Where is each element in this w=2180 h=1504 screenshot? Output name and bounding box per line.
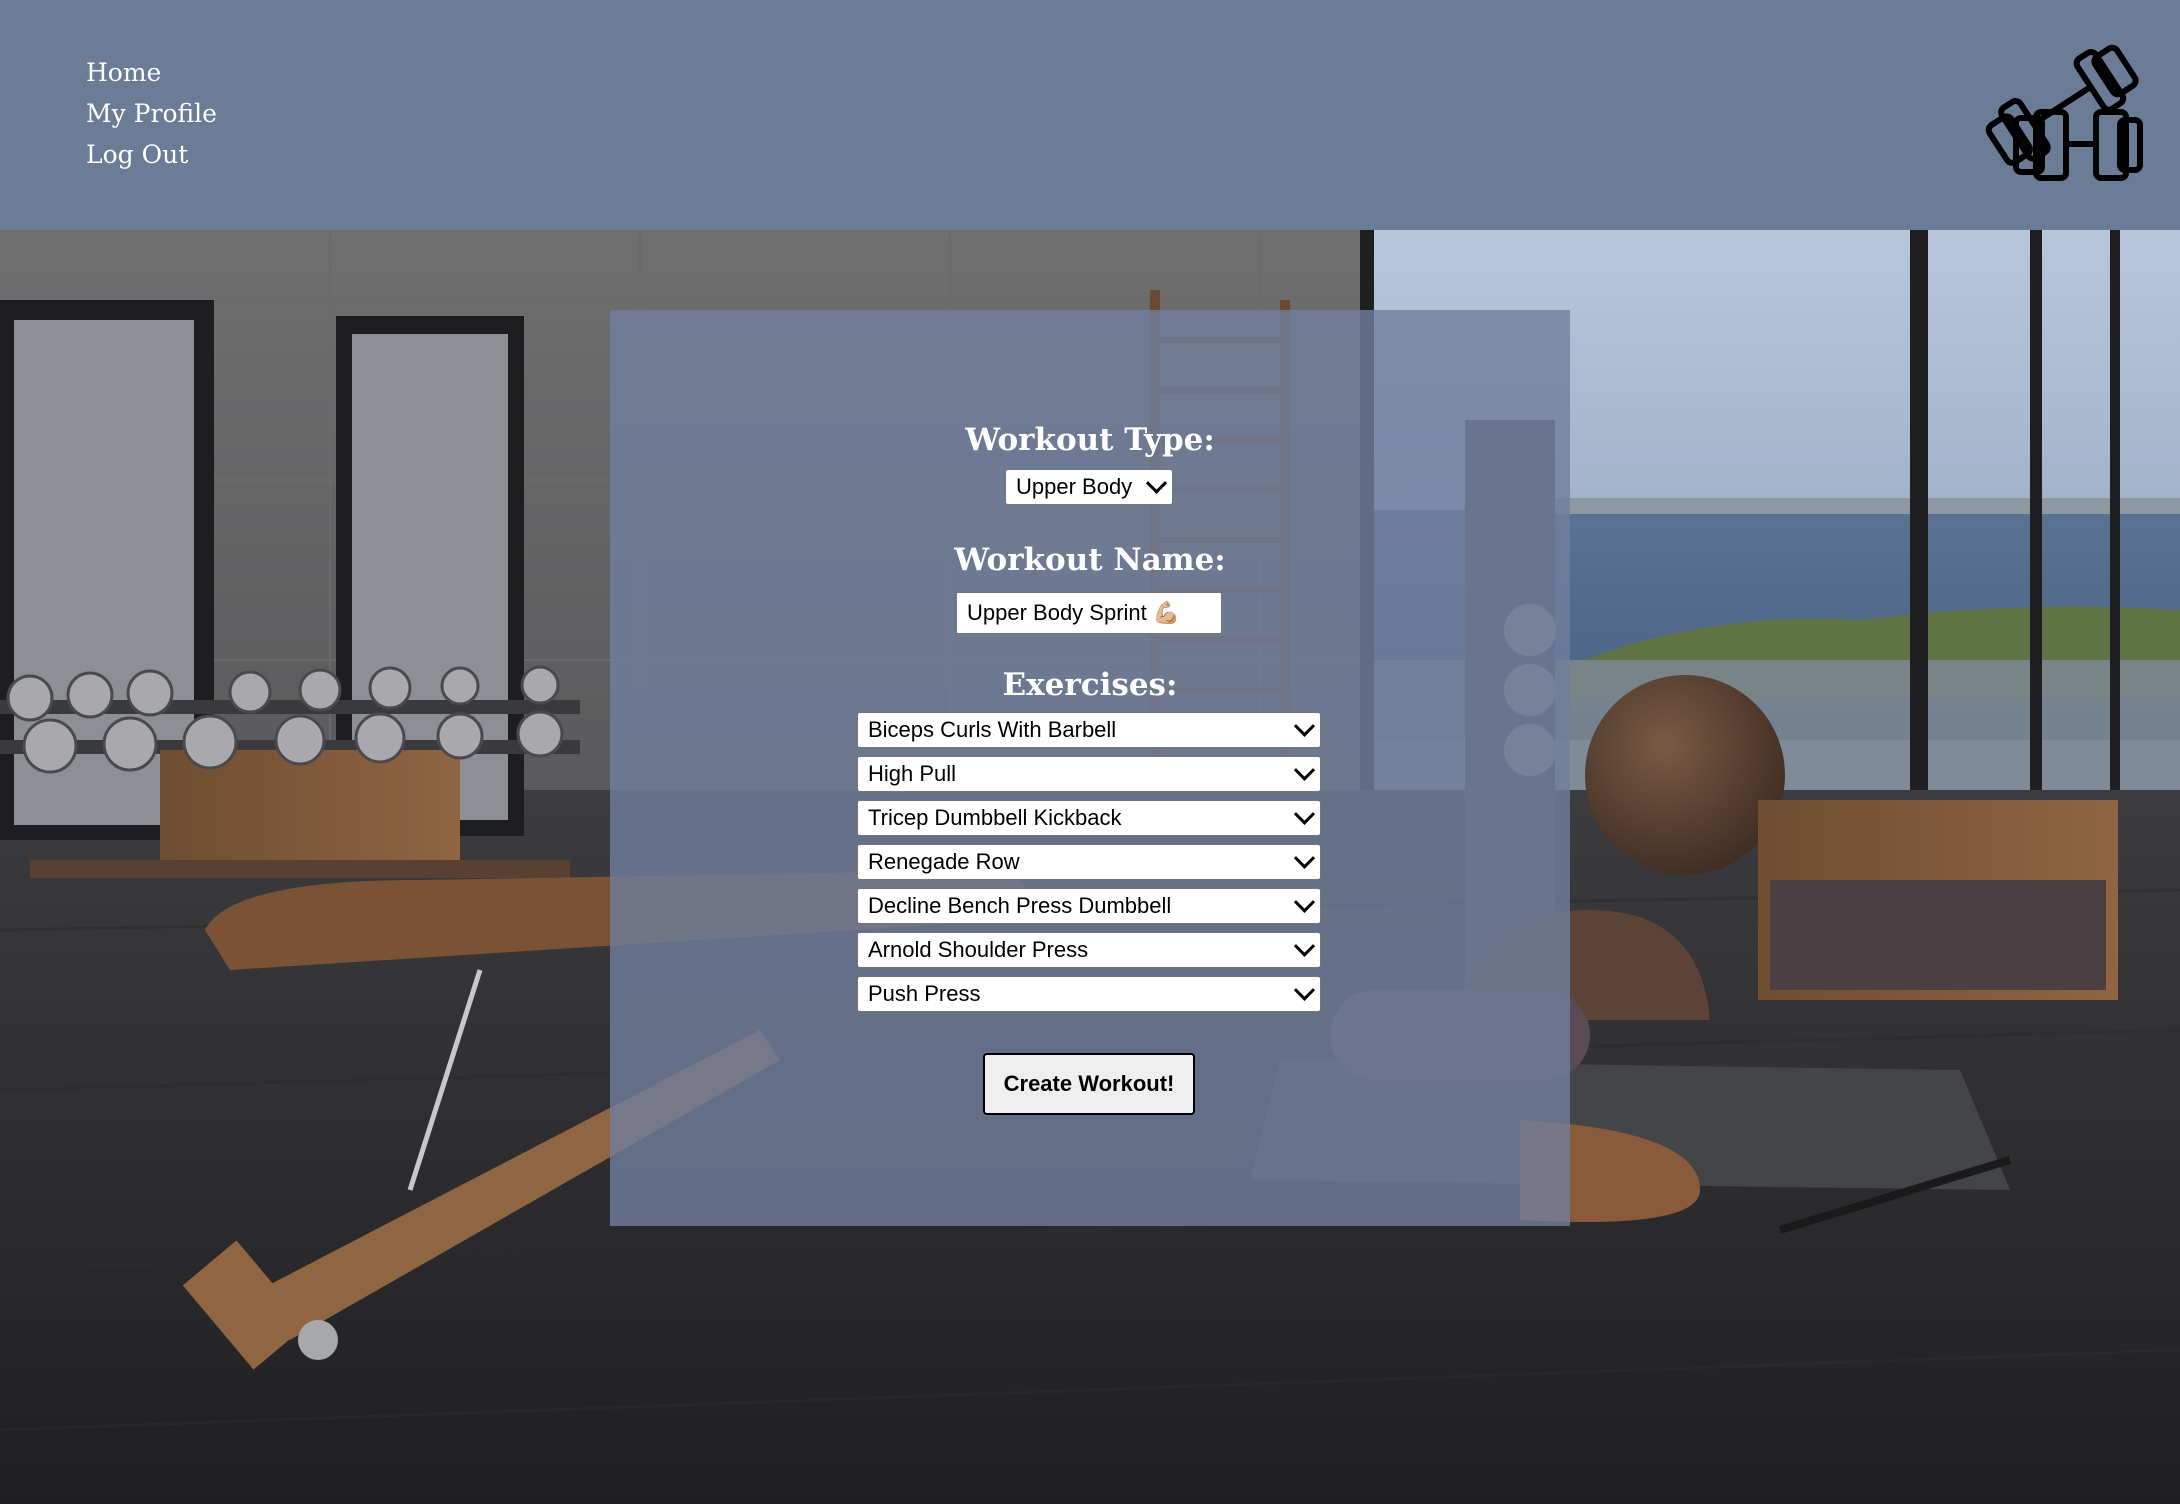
exercise-select[interactable]: Arnold Shoulder Press <box>857 932 1321 968</box>
exercises-label: Exercises: <box>1002 667 1178 703</box>
exercise-select[interactable]: Biceps Curls With Barbell <box>857 712 1321 748</box>
workout-name-label: Workout Name: <box>954 542 1226 578</box>
exercise-select[interactable]: Push Press <box>857 976 1321 1012</box>
exercise-selected-value: Renegade Row <box>868 849 1020 874</box>
exercise-selected-value: Decline Bench Press Dumbbell <box>868 893 1172 918</box>
exercise-selected-value: Tricep Dumbbell Kickback <box>868 805 1122 830</box>
dumbbells-icon <box>1985 44 2143 181</box>
chevron-down-icon <box>1293 715 1316 737</box>
main-nav: Home My Profile Log Out <box>86 52 217 175</box>
nav-my-profile-link[interactable]: My Profile <box>86 93 217 134</box>
create-workout-button[interactable]: Create Workout! <box>983 1053 1195 1115</box>
chevron-down-icon <box>1293 847 1316 869</box>
exercise-select[interactable]: Decline Bench Press Dumbbell <box>857 888 1321 924</box>
exercise-select[interactable]: Tricep Dumbbell Kickback <box>857 800 1321 836</box>
workout-type-select[interactable]: Upper Body <box>1005 469 1173 505</box>
site-header: Home My Profile Log Out <box>0 0 2180 230</box>
chevron-down-icon <box>1293 759 1316 781</box>
exercise-select[interactable]: Renegade Row <box>857 844 1321 880</box>
chevron-down-icon <box>1145 472 1168 494</box>
chevron-down-icon <box>1293 803 1316 825</box>
workout-name-input[interactable]: Upper Body Sprint 💪🏼 <box>956 592 1222 634</box>
create-workout-panel: Workout Type: Upper Body Workout Name: U… <box>610 310 1570 1226</box>
exercise-selected-value: High Pull <box>868 761 957 786</box>
exercise-selected-value: Push Press <box>868 981 981 1006</box>
exercise-select[interactable]: High Pull <box>857 756 1321 792</box>
exercise-selected-value: Biceps Curls With Barbell <box>868 717 1117 742</box>
chevron-down-icon <box>1293 935 1316 957</box>
workout-name-value: Upper Body Sprint 💪🏼 <box>967 600 1181 625</box>
chevron-down-icon <box>1293 979 1316 1001</box>
chevron-down-icon <box>1293 891 1316 913</box>
workout-type-label: Workout Type: <box>965 422 1215 458</box>
exercise-selected-value: Arnold Shoulder Press <box>868 937 1089 962</box>
nav-home-link[interactable]: Home <box>86 52 217 93</box>
workout-type-selected-value: Upper Body <box>1016 474 1133 499</box>
nav-log-out-link[interactable]: Log Out <box>86 134 217 175</box>
